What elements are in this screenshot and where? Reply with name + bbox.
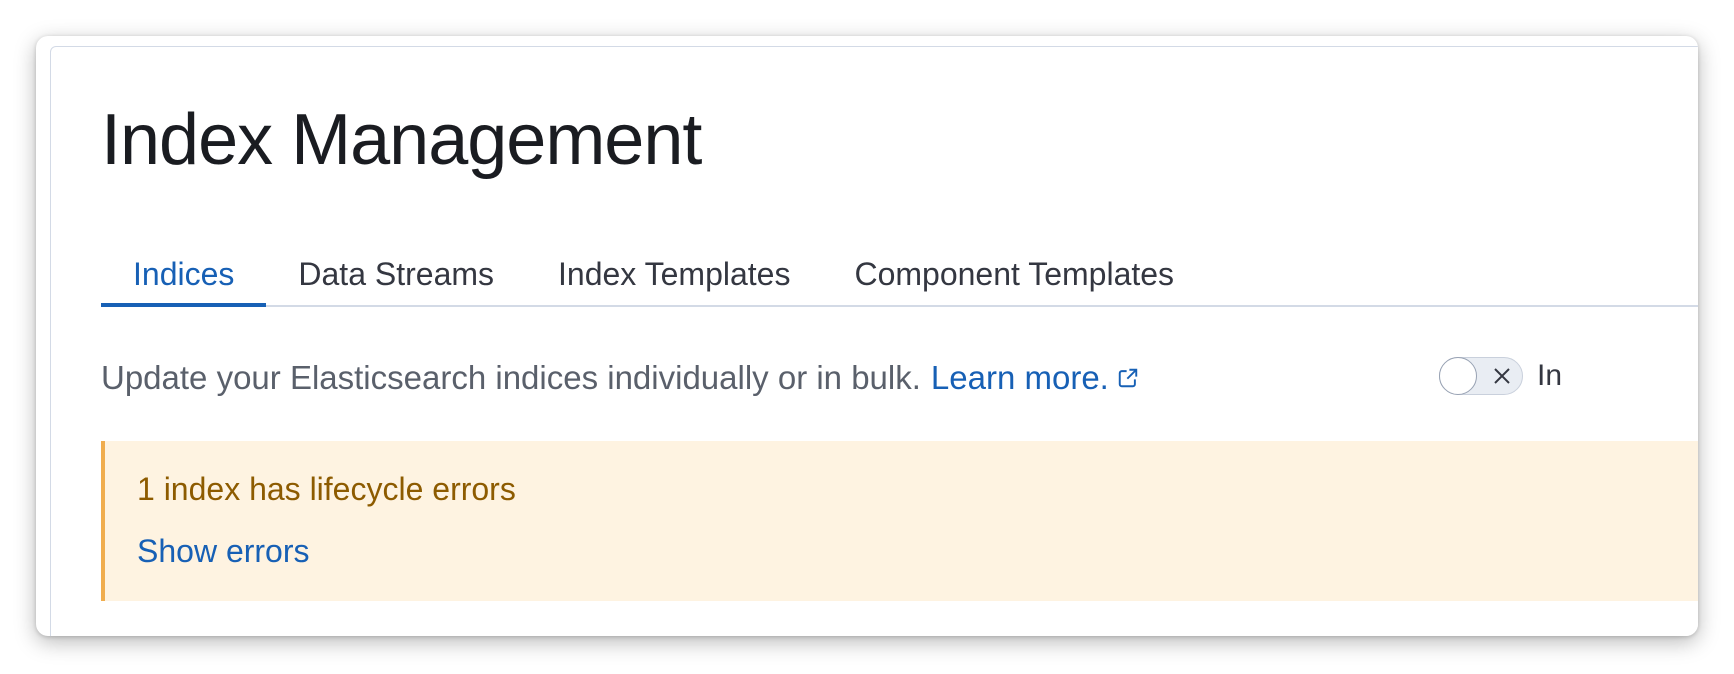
include-toggle-control: In — [1439, 357, 1562, 395]
page-description: Update your Elasticsearch indices indivi… — [101, 359, 1139, 397]
tab-bar: Indices Data Streams Index Templates Com… — [101, 243, 1698, 307]
screenshot-stage: Index Management Indices Data Streams In… — [0, 0, 1734, 674]
tab-index-templates[interactable]: Index Templates — [526, 243, 822, 305]
learn-more-label: Learn more. — [930, 359, 1109, 396]
lifecycle-errors-callout: 1 index has lifecycle errors Show errors — [101, 441, 1698, 601]
close-icon — [1494, 368, 1510, 384]
show-errors-button[interactable]: Show errors — [137, 533, 310, 570]
index-management-panel: Index Management Indices Data Streams In… — [50, 46, 1698, 636]
tab-component-templates[interactable]: Component Templates — [822, 243, 1206, 305]
tab-indices[interactable]: Indices — [101, 243, 267, 307]
toggle-label: In — [1537, 359, 1563, 392]
learn-more-link[interactable]: Learn more. — [931, 359, 1139, 397]
tab-data-streams[interactable]: Data Streams — [266, 243, 526, 305]
toggle-knob — [1439, 357, 1477, 395]
external-link-icon — [1118, 368, 1138, 388]
app-window: Index Management Indices Data Streams In… — [36, 36, 1698, 636]
description-text: Update your Elasticsearch indices indivi… — [101, 359, 921, 396]
include-toggle-switch[interactable] — [1439, 357, 1523, 395]
page-title: Index Management — [101, 100, 702, 180]
callout-title: 1 index has lifecycle errors — [137, 471, 516, 507]
